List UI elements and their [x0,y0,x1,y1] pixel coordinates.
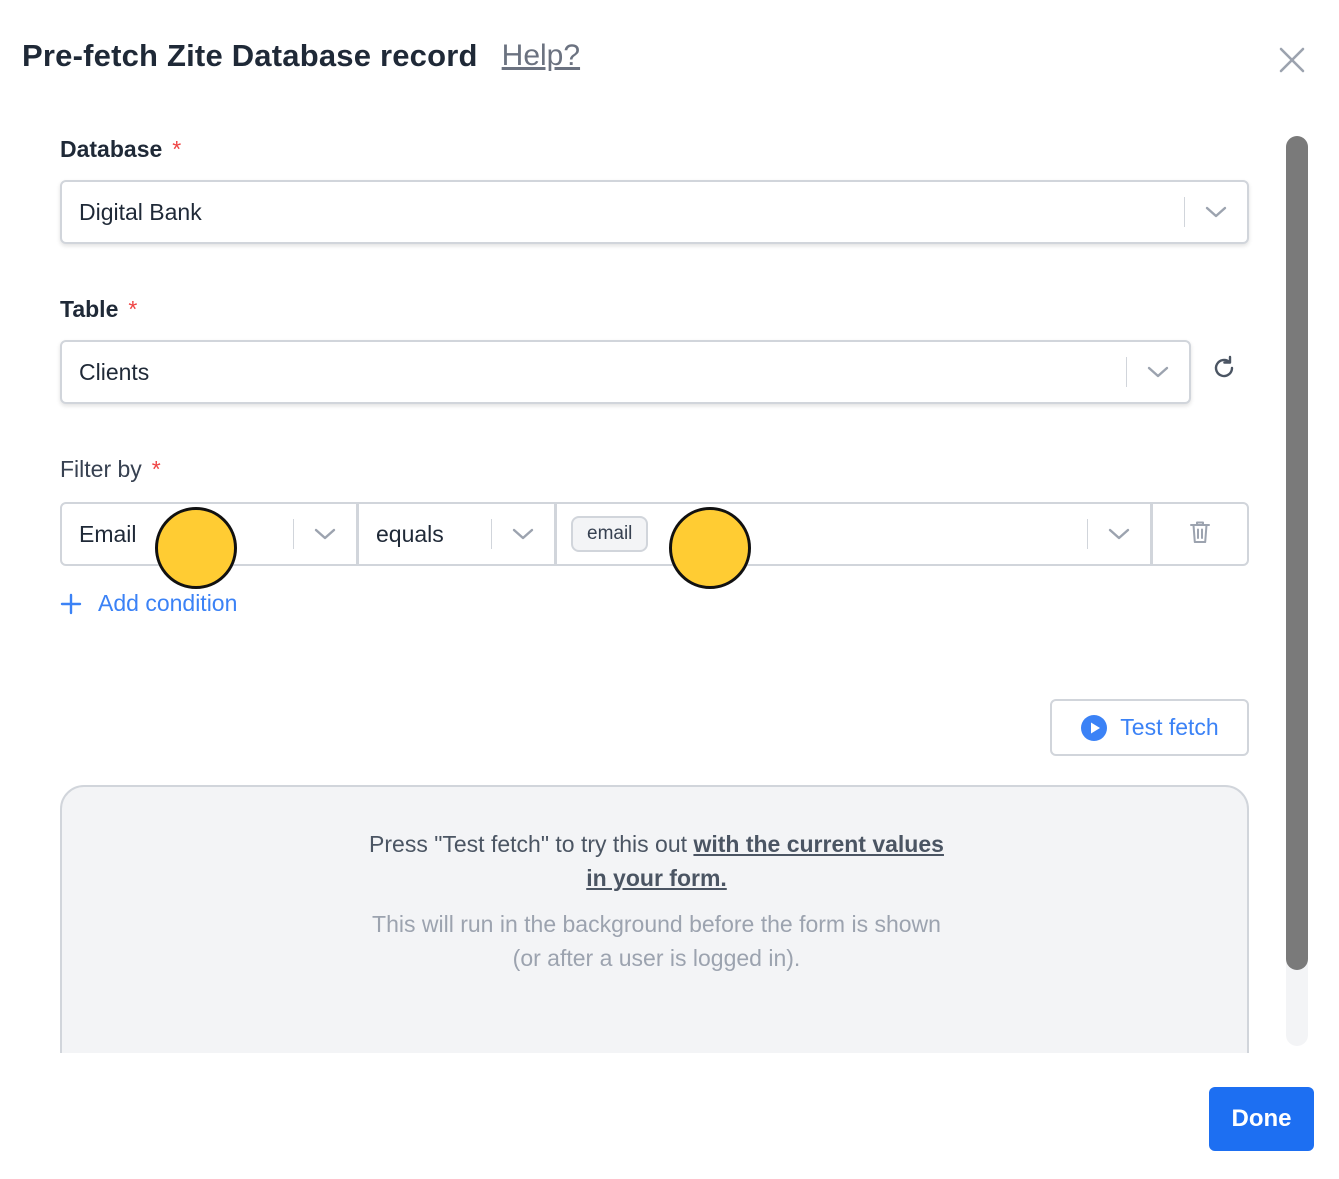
trash-icon [1188,519,1212,550]
filter-label-text: Filter by [60,456,142,482]
delete-condition-button[interactable] [1153,504,1247,564]
done-button[interactable]: Done [1209,1087,1314,1151]
add-condition-button[interactable]: Add condition [60,590,237,617]
chevron-down-icon[interactable] [294,503,356,565]
required-mark: * [151,456,161,482]
test-fetch-label: Test fetch [1120,714,1219,740]
database-label-text: Database [60,136,163,162]
table-select[interactable]: Clients [60,340,1191,404]
filter-label: Filter by * [60,456,161,483]
filter-operator-value: equals [376,520,444,547]
filter-operator-select[interactable]: equals [359,504,557,564]
database-label: Database * [60,136,181,163]
plus-icon [60,593,82,614]
chevron-down-icon[interactable] [1088,503,1150,565]
prefetch-dialog: Pre-fetch Zite Database record Help? Dat… [0,0,1339,1179]
table-select-value: Clients [79,358,150,385]
background-note: This will run in the background before t… [372,911,941,971]
test-instruction-text: Press "Test fetch" to try this out [369,831,694,857]
close-button[interactable] [1274,42,1310,78]
play-circle-icon [1081,714,1108,741]
test-instruction: Press "Test fetch" to try this out with … [357,827,957,895]
test-result-text: Press "Test fetch" to try this out with … [62,827,1251,975]
footer-area [0,1053,1280,1179]
click-marker [669,507,751,589]
refresh-icon [1214,355,1234,378]
help-link[interactable]: Help? [502,39,580,73]
scrollbar-thumb[interactable] [1286,136,1308,970]
filter-value-select[interactable]: email [557,504,1153,564]
test-fetch-button[interactable]: Test fetch [1050,699,1249,756]
filter-value-wrap: email [557,516,1087,552]
required-mark: * [128,296,138,322]
required-mark: * [172,136,182,162]
chevron-down-icon[interactable] [1127,341,1189,403]
table-label-text: Table [60,296,119,322]
click-marker [155,507,237,589]
add-condition-label: Add condition [98,590,238,616]
dialog-title: Pre-fetch Zite Database record [22,38,478,73]
chevron-down-icon[interactable] [492,503,554,565]
filter-value-tag[interactable]: email [571,516,649,552]
dialog-header: Pre-fetch Zite Database record Help? [22,34,580,78]
table-label: Table * [60,296,137,323]
database-select-value: Digital Bank [79,198,202,225]
filter-condition-row: Email equals email [60,502,1249,566]
refresh-button[interactable] [1210,354,1238,382]
test-result-panel: Press "Test fetch" to try this out with … [60,785,1249,1085]
database-select[interactable]: Digital Bank [60,180,1249,244]
close-icon [1279,47,1305,73]
chevron-down-icon[interactable] [1185,181,1247,243]
